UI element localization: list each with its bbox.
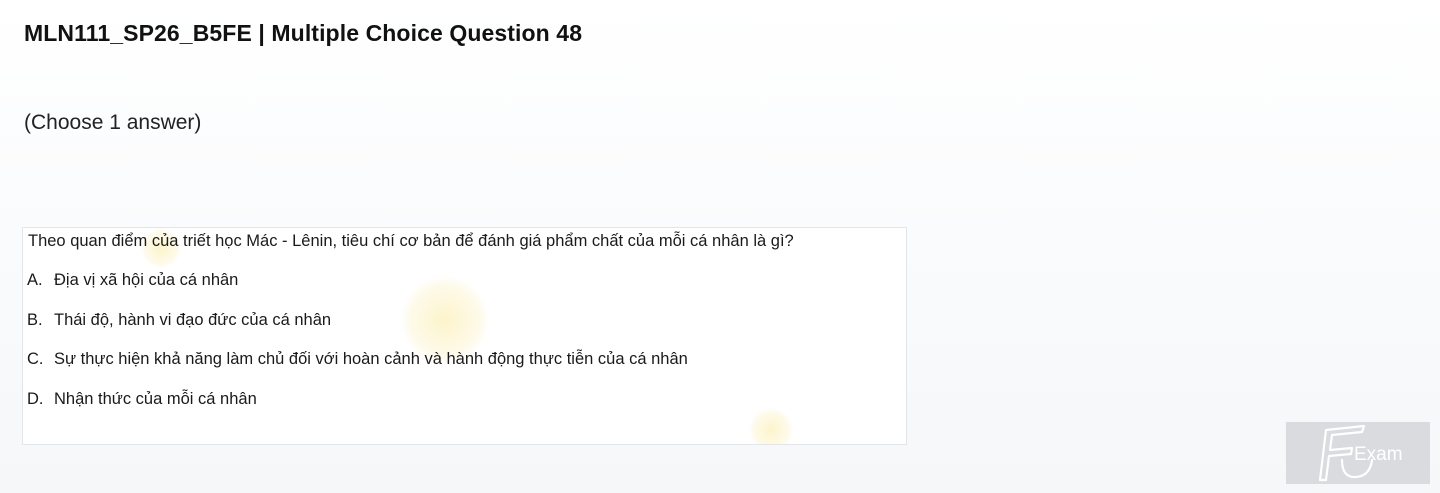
answer-option-b[interactable]: B. Thái độ, hành vi đạo đức của cá nhân	[27, 311, 331, 330]
question-card: Theo quan điểm của triết học Mác - Lênin…	[22, 227, 907, 445]
option-text: Nhận thức của mỗi cá nhân	[54, 390, 257, 408]
answer-option-a[interactable]: A. Địa vị xã hội của cá nhân	[27, 271, 238, 290]
logo-text: Exam	[1354, 444, 1403, 465]
option-letter: C.	[27, 350, 44, 368]
answer-instruction: (Choose 1 answer)	[24, 111, 202, 134]
fu-exam-logo-icon: Exam	[1286, 422, 1430, 484]
option-text: Địa vị xã hội của cá nhân	[54, 271, 239, 289]
option-text: Sự thực hiện khả năng làm chủ đối với ho…	[54, 350, 688, 368]
watermark-icon	[749, 408, 793, 444]
question-text: Theo quan điểm của triết học Mác - Lênin…	[28, 232, 794, 250]
answer-option-c[interactable]: C. Sự thực hiện khả năng làm chủ đối với …	[27, 350, 688, 369]
page-title: MLN111_SP26_B5FE | Multiple Choice Quest…	[24, 20, 583, 46]
option-letter: D.	[27, 390, 44, 408]
option-letter: A.	[27, 271, 43, 289]
answer-option-d[interactable]: D. Nhận thức của mỗi cá nhân	[27, 390, 257, 409]
option-letter: B.	[27, 311, 43, 329]
option-text: Thái độ, hành vi đạo đức của cá nhân	[54, 311, 332, 329]
